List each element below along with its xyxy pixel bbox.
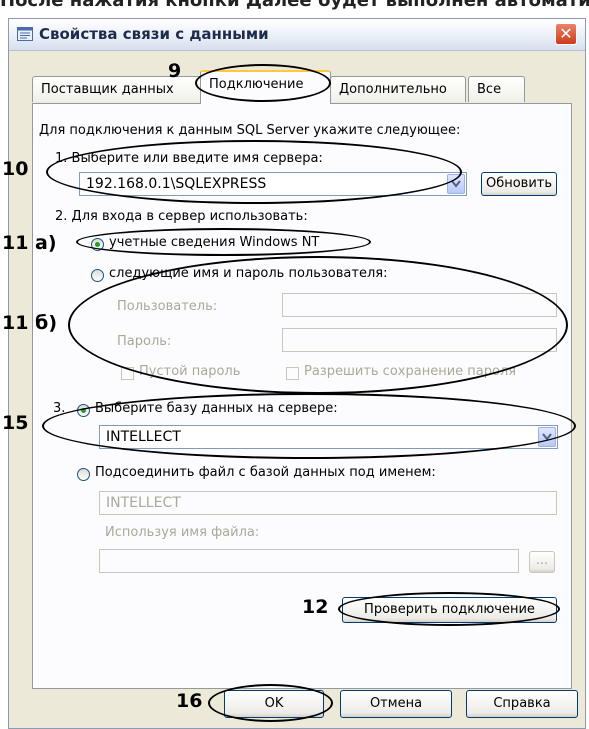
data-link-properties-dialog: Свойства связи с данными ✕ Поставщик дан… [8, 18, 586, 729]
cancel-button[interactable]: Отмена [340, 690, 452, 718]
attach-name-input[interactable]: INTELLECT [99, 491, 557, 515]
server-name-combobox[interactable]: 192.168.0.1\SQLEXPRESS [79, 172, 467, 196]
allow-save-password-checkbox[interactable] [286, 367, 299, 380]
annotation-12: 12 [302, 596, 329, 618]
tab-advanced[interactable]: Дополнительно [330, 76, 466, 102]
database-dropdown-button[interactable] [538, 427, 556, 447]
auth-windows-radio[interactable] [91, 238, 104, 251]
data-link-app-icon [17, 27, 33, 41]
allow-save-password-label: Разрешить сохранение пароля [304, 364, 517, 379]
auth-user-label: следующие имя и пароль пользователя: [109, 266, 388, 281]
step2-label: 2. Для входа в сервер использовать: [55, 209, 308, 224]
file-name-input[interactable] [99, 549, 519, 573]
tab-all[interactable]: Все [468, 76, 525, 102]
database-combobox[interactable]: INTELLECT [99, 425, 558, 449]
tab-all-label: Все [477, 82, 502, 97]
server-name-value: 192.168.0.1\SQLEXPRESS [86, 176, 267, 192]
blank-password-checkbox[interactable] [121, 367, 134, 380]
annotation-9: 9 [168, 60, 182, 82]
step3-prefix: 3. [53, 401, 66, 416]
tab-connection-label: Подключение [209, 77, 304, 92]
password-label: Пароль: [117, 334, 172, 349]
db-select-label: Выберите базу данных на сервере: [95, 401, 338, 416]
annotation-11a: 11 а) [2, 232, 57, 254]
password-input[interactable] [282, 328, 557, 352]
ok-button[interactable]: OK [224, 690, 324, 718]
annotation-11b: 11 б) [2, 312, 58, 334]
test-connection-button[interactable]: Проверить подключение [342, 597, 557, 623]
step1-label: 1. Выберите или введите имя сервера: [55, 151, 323, 166]
intro-text: Для подключения к данным SQL Server укаж… [39, 123, 461, 138]
chevron-down-icon [542, 433, 552, 441]
auth-windows-label: учетные сведения Windows NT [109, 235, 320, 250]
tab-connection[interactable]: Подключение [200, 70, 331, 104]
server-dropdown-button[interactable] [447, 174, 465, 194]
tab-provider-label: Поставщик данных [41, 82, 174, 97]
file-name-label: Используя имя файла: [105, 525, 260, 540]
db-select-radio[interactable] [77, 404, 90, 417]
attach-name-value: INTELLECT [106, 495, 181, 511]
database-value: INTELLECT [106, 429, 181, 445]
attach-file-radio[interactable] [77, 468, 90, 481]
cropped-caption-text: После нажатия кнопки Далее будет выполне… [0, 0, 589, 10]
auth-user-radio[interactable] [91, 269, 104, 282]
user-name-input[interactable] [282, 293, 557, 317]
browse-file-button[interactable]: ... [529, 551, 555, 573]
annotation-16: 16 [176, 690, 203, 712]
annotation-15: 15 [2, 412, 29, 434]
chevron-down-icon [451, 180, 461, 188]
close-icon: ✕ [559, 24, 573, 43]
blank-password-label: Пустой пароль [139, 364, 241, 379]
tab-advanced-label: Дополнительно [339, 82, 447, 97]
help-button[interactable]: Справка [466, 690, 578, 718]
close-button[interactable]: ✕ [555, 23, 577, 45]
user-name-label: Пользователь: [117, 299, 218, 314]
attach-file-label: Подсоединить файл с базой данных под име… [95, 465, 436, 480]
refresh-button[interactable]: Обновить [481, 172, 557, 196]
title-bar[interactable]: Свойства связи с данными ✕ [9, 19, 585, 51]
annotation-10: 10 [2, 158, 29, 180]
dialog-title: Свойства связи с данными [39, 25, 269, 43]
